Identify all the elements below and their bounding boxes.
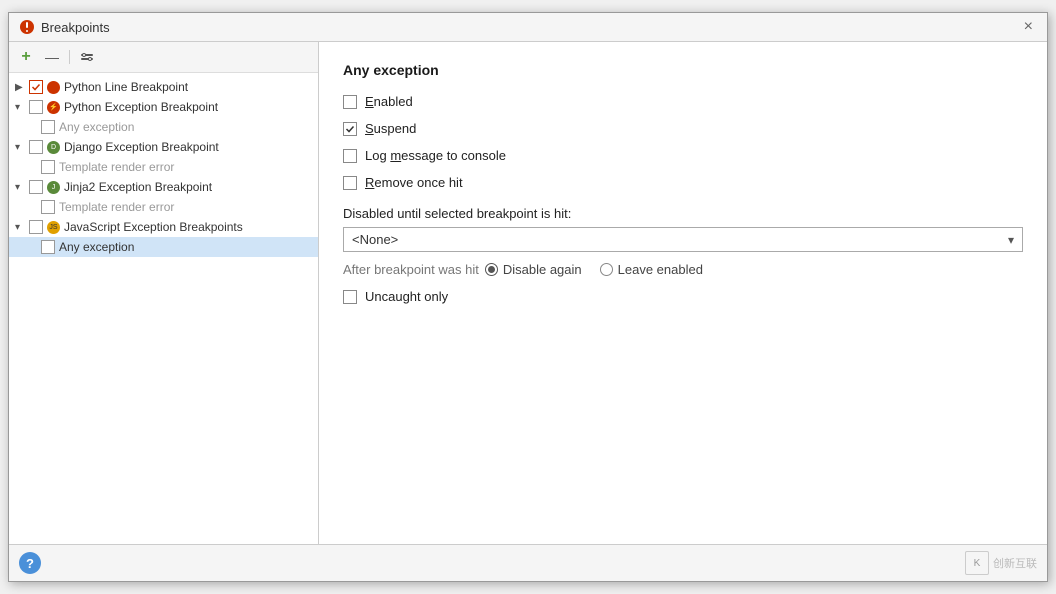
checkbox-template-render-django[interactable] (41, 160, 55, 174)
option-row-suspend: Suspend (343, 121, 1023, 136)
title-bar-left: Breakpoints (19, 19, 110, 35)
checkbox-template-render-jinja2[interactable] (41, 200, 55, 214)
checkbox-any-exception-js[interactable] (41, 240, 55, 254)
tree-item-template-render-jinja2[interactable]: Template render error (9, 197, 318, 217)
tree-item-any-exception-js[interactable]: Any exception (9, 237, 318, 257)
dialog-body: + — ▶ (9, 42, 1047, 544)
radio-label-disable-again: Disable again (503, 262, 582, 277)
dialog-icon (19, 19, 35, 35)
suspend-checkmark (345, 124, 355, 134)
checkbox-uncaught-only[interactable] (343, 290, 357, 304)
tree-label-python-exception: Python Exception Breakpoint (64, 100, 218, 114)
checkbox-enabled[interactable] (343, 95, 357, 109)
breakpoints-dialog: Breakpoints × + — (8, 12, 1048, 582)
radio-disable-again[interactable] (485, 263, 498, 276)
tree-label-any-exception-py: Any exception (59, 120, 134, 134)
option-row-remove-once: Remove once hit (343, 175, 1023, 190)
checkbox-remove-once[interactable] (343, 176, 357, 190)
tree-label-js-exception: JavaScript Exception Breakpoints (64, 220, 243, 234)
watermark-icon: K (965, 551, 989, 575)
underline-s: S (365, 121, 374, 136)
tree-item-jinja2-exception[interactable]: ▾ J Jinja2 Exception Breakpoint (9, 177, 318, 197)
tree-label-jinja2-exception: Jinja2 Exception Breakpoint (64, 180, 212, 194)
expand-arrow-jinja2-exception: ▾ (15, 182, 29, 193)
expand-arrow-python-exception: ▾ (15, 102, 29, 113)
line-breakpoint-icon (47, 81, 60, 94)
settings-icon (80, 50, 94, 64)
checkbox-js-exception[interactable] (29, 220, 43, 234)
js-breakpoint-icon: JS (47, 221, 60, 234)
close-button[interactable]: × (1020, 19, 1037, 35)
option-label-remove-once: Remove once hit (365, 175, 463, 190)
option-label-log-message: Log message to console (365, 148, 506, 163)
remove-button[interactable]: — (41, 46, 63, 68)
exception-breakpoint-icon (47, 101, 60, 114)
dialog-title: Breakpoints (41, 20, 110, 35)
dropdown-arrow-icon: ▾ (1008, 233, 1014, 247)
checkmark-icon (31, 82, 41, 92)
underline-e: E (365, 94, 374, 109)
tree-label-django-exception: Django Exception Breakpoint (64, 140, 219, 154)
checkbox-any-exception-py[interactable] (41, 120, 55, 134)
expand-arrow-python-line: ▶ (15, 82, 29, 93)
checkbox-python-line[interactable] (29, 80, 43, 94)
section-title: Any exception (343, 62, 1023, 78)
checkbox-log-message[interactable] (343, 149, 357, 163)
tree-item-django-exception[interactable]: ▾ D Django Exception Breakpoint (9, 137, 318, 157)
expand-arrow-django-exception: ▾ (15, 142, 29, 153)
toolbar-divider (69, 50, 70, 64)
tree-label-template-render-django: Template render error (59, 160, 174, 174)
dropdown-none[interactable]: <None> ▾ (343, 227, 1023, 252)
underline-r: R (365, 175, 374, 190)
disabled-section: Disabled until selected breakpoint is hi… (343, 206, 1023, 252)
settings-button[interactable] (76, 46, 98, 68)
watermark-text: 创新互联 (993, 555, 1037, 571)
tree-item-template-render-django[interactable]: Template render error (9, 157, 318, 177)
help-button[interactable]: ? (19, 552, 41, 574)
jinja2-breakpoint-icon: J (47, 181, 60, 194)
option-row-enabled: Enabled (343, 94, 1023, 109)
option-label-uncaught-only: Uncaught only (365, 289, 448, 304)
option-label-suspend: Suspend (365, 121, 416, 136)
after-hit-row: After breakpoint was hit Disable again L… (343, 262, 1023, 277)
tree-label-template-render-jinja2: Template render error (59, 200, 174, 214)
option-label-enabled: Enabled (365, 94, 413, 109)
checkbox-suspend[interactable] (343, 122, 357, 136)
underline-m: m (390, 148, 401, 163)
tree-label-any-exception-js: Any exception (59, 240, 134, 254)
add-button[interactable]: + (15, 46, 37, 68)
django-breakpoint-icon: D (47, 141, 60, 154)
toolbar: + — (9, 42, 318, 73)
radio-leave-enabled[interactable] (600, 263, 613, 276)
option-row-uncaught-only: Uncaught only (343, 289, 1023, 304)
checkbox-django-exception[interactable] (29, 140, 43, 154)
after-hit-label: After breakpoint was hit (343, 262, 479, 277)
option-row-log-message: Log message to console (343, 148, 1023, 163)
left-panel: + — ▶ (9, 42, 319, 544)
right-panel: Any exception Enabled Suspend (319, 42, 1047, 544)
tree-item-python-exception[interactable]: ▾ Python Exception Breakpoint (9, 97, 318, 117)
expand-arrow-js-exception: ▾ (15, 222, 29, 233)
tree-area: ▶ Python Line Breakpoint ▾ Python Except… (9, 73, 318, 544)
tree-label-python-line: Python Line Breakpoint (64, 80, 188, 94)
checkbox-jinja2-exception[interactable] (29, 180, 43, 194)
disabled-label: Disabled until selected breakpoint is hi… (343, 206, 1023, 221)
radio-label-leave-enabled: Leave enabled (618, 262, 703, 277)
checkbox-python-exception[interactable] (29, 100, 43, 114)
radio-option-leave-enabled[interactable]: Leave enabled (600, 262, 703, 277)
bottom-bar: ? K 创新互联 (9, 544, 1047, 581)
tree-item-js-exception[interactable]: ▾ JS JavaScript Exception Breakpoints (9, 217, 318, 237)
dropdown-value: <None> (352, 232, 398, 247)
watermark: K 创新互联 (965, 551, 1037, 575)
title-bar: Breakpoints × (9, 13, 1047, 42)
tree-item-any-exception-py[interactable]: Any exception (9, 117, 318, 137)
radio-option-disable-again[interactable]: Disable again (485, 262, 582, 277)
tree-item-python-line[interactable]: ▶ Python Line Breakpoint (9, 77, 318, 97)
